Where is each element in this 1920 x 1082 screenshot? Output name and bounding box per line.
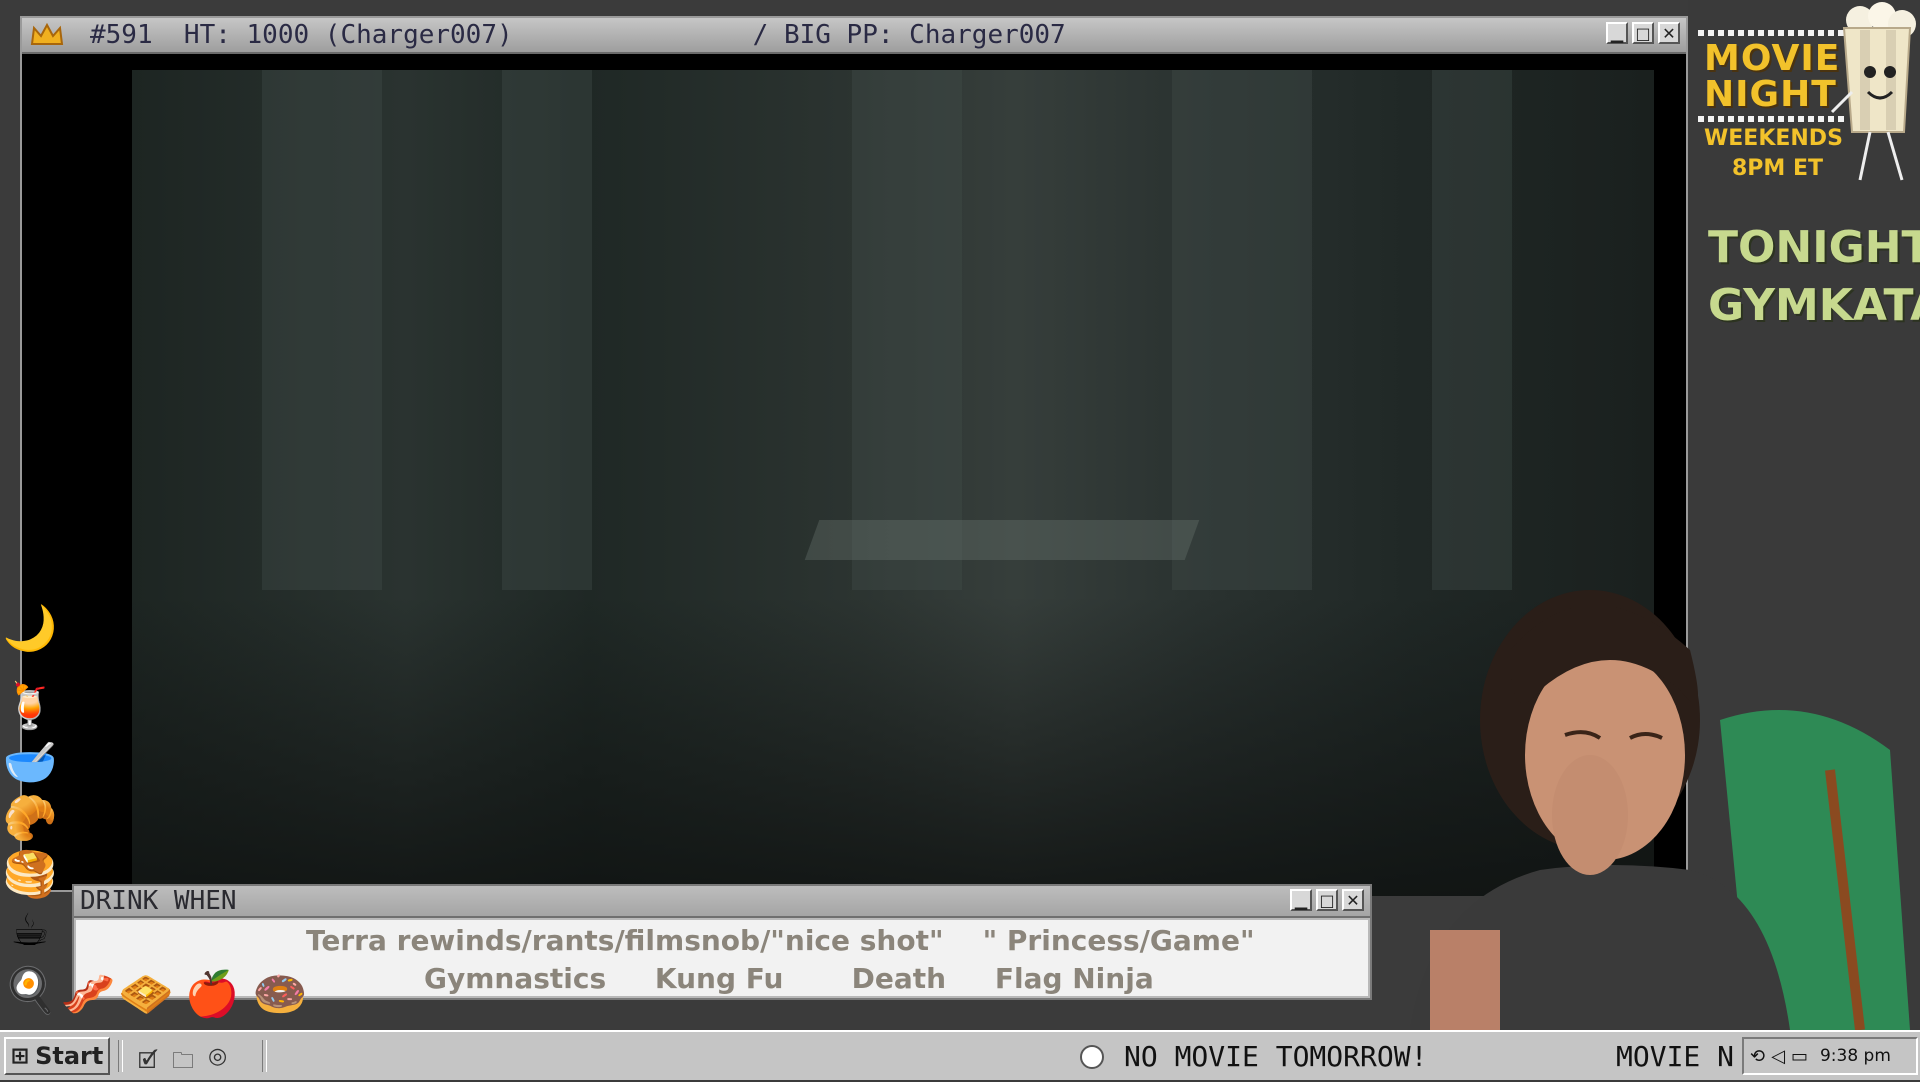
marquee-lights-top <box>1698 30 1848 36</box>
popcorn-mascot-icon <box>1830 2 1916 181</box>
fried-egg-icon: 🍳 <box>2 965 58 1016</box>
taskbar-separator <box>118 1040 123 1072</box>
moon-icon: 🌙 <box>2 603 58 654</box>
minimize-icon[interactable]: ▁ <box>1290 889 1312 911</box>
close-icon[interactable]: ✕ <box>1658 22 1680 44</box>
close-icon[interactable]: ✕ <box>1342 889 1364 911</box>
marquee-lights-bottom <box>1698 116 1848 122</box>
schedule-time: 8PM ET <box>1732 156 1824 181</box>
donut-icon: 🍩 <box>252 969 308 1020</box>
streamer-webcam-image <box>1410 590 1910 1030</box>
orange-juice-icon: 🍹 <box>2 681 58 732</box>
bacon-icon: 🥓 <box>60 969 116 1020</box>
network-icon[interactable]: ⟲ <box>1750 1046 1765 1067</box>
ticker-next-message: MOVIE N <box>1616 1040 1735 1073</box>
quicklaunch-desktop-icon[interactable]: 🗹 <box>138 1044 158 1082</box>
maximize-icon[interactable]: □ <box>1632 22 1654 44</box>
ticker-message: NO MOVIE TOMORROW! <box>1080 1040 1427 1073</box>
start-label: Start <box>35 1042 104 1070</box>
taskbar: ⊞ Start 🗹 🗀 ◎ NO MOVIE TOMORROW! MOVIE N… <box>0 1030 1920 1080</box>
volume-icon[interactable]: ◁ <box>1771 1046 1785 1067</box>
cereal-bowl-icon: 🥣 <box>2 737 58 788</box>
movie-night-line1: MOVIE <box>1704 38 1841 79</box>
croissant-icon: 🥐 <box>2 793 58 844</box>
clock[interactable]: 9:38 pm <box>1820 1046 1891 1066</box>
tonight-movie-title: GYMKATA <box>1708 280 1920 331</box>
movie-night-line2: NIGHT <box>1704 74 1837 115</box>
drink-when-title: DRINK WHEN <box>80 886 237 916</box>
tonight-label: TONIGHT: <box>1708 222 1920 273</box>
pancakes-icon: 🥞 <box>2 849 58 900</box>
webcam-feed <box>1390 570 1910 1030</box>
waffle-icon: 🧇 <box>118 969 174 1020</box>
hype-train-title: #591 HT: 1000 (Charger007) <box>90 20 513 50</box>
coffee-mug-icon: ☕ <box>10 904 50 956</box>
windows-logo-icon: ⊞ <box>10 1043 30 1069</box>
drink-when-titlebar[interactable]: DRINK WHEN ▁ □ ✕ <box>74 886 1370 918</box>
minimize-icon[interactable]: ▁ <box>1606 22 1628 44</box>
display-icon[interactable]: ▭ <box>1791 1046 1808 1067</box>
drink-rules-row2: Gymnastics Kung Fu Death Flag Ninja <box>424 962 1154 995</box>
video-window-titlebar[interactable]: #591 HT: 1000 (Charger007) / BIG PP: Cha… <box>22 18 1686 54</box>
maximize-icon[interactable]: □ <box>1316 889 1338 911</box>
ticker-text: NO MOVIE TOMORROW! <box>1124 1040 1428 1073</box>
schedule-day: WEEKENDS <box>1704 126 1843 151</box>
ticker-bullet-icon <box>1080 1044 1104 1069</box>
system-tray: ⟲ ◁ ▭ 9:38 pm <box>1742 1037 1918 1075</box>
big-pp-title: / BIG PP: Charger007 <box>752 20 1066 50</box>
quicklaunch-folder-icon[interactable]: 🗀 <box>172 1044 194 1082</box>
crown-icon <box>30 22 64 45</box>
taskbar-separator <box>262 1040 267 1072</box>
drink-rules-row1: Terra rewinds/rants/filmsnob/"nice shot"… <box>306 924 1255 957</box>
apple-icon: 🍎 <box>184 969 240 1020</box>
start-button[interactable]: ⊞ Start <box>4 1037 110 1075</box>
quicklaunch-browser-icon[interactable]: ◎ <box>208 1044 227 1069</box>
